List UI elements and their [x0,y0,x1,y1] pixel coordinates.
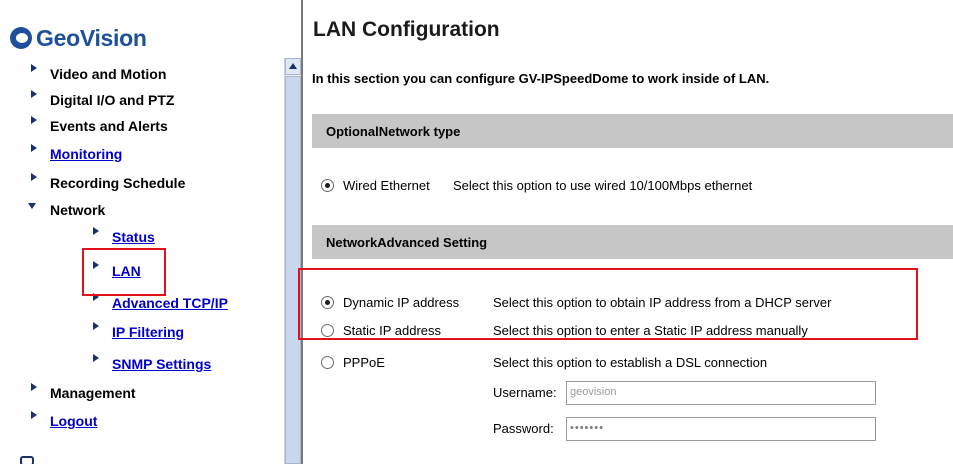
nav-item-label: Events and Alerts [50,118,168,134]
nav-item-label[interactable]: Status [112,229,155,245]
arrow-right-icon [90,322,104,339]
pppoe-desc: Select this option to establish a DSL co… [493,355,768,370]
section-title: NetworkAdvanced Setting [326,234,488,250]
arrow-right-icon [28,64,42,81]
arrow-right-icon [90,293,104,310]
arrow-right-icon [28,116,42,133]
wired-ethernet-radio[interactable] [321,179,334,192]
nav-item-monitoring[interactable]: Monitoring [28,144,122,162]
nav-item-digital-io-and-ptz[interactable]: Digital I/O and PTZ [28,90,175,108]
pppoe-radio[interactable] [321,356,334,369]
arrow-down-icon [28,203,42,217]
nav-item-recording-schedule[interactable]: Recording Schedule [28,173,186,191]
nav-item-label[interactable]: IP Filtering [112,324,184,340]
nav-item-label: Digital I/O and PTZ [50,92,175,108]
nav-item-label: Video and Motion [50,66,167,82]
nav-item-label[interactable]: Advanced TCP/IP [112,295,228,311]
nav-item-label: Network [50,202,106,218]
logo-icon [10,27,32,49]
nav-subitem-ip-filtering[interactable]: IP Filtering [90,322,184,340]
nav-item-label[interactable]: Logout [50,413,97,429]
wired-ethernet-desc: Select this option to use wired 10/100Mb… [453,178,753,193]
section-advanced-setting-header: NetworkAdvanced Setting [312,225,953,259]
nav-item-events-and-alerts[interactable]: Events and Alerts [28,116,168,134]
brand-name: GeoVision [36,24,147,51]
arrow-right-icon [90,354,104,371]
nav-item-network[interactable]: Network [28,202,105,218]
username-label: Username: [493,385,557,400]
nav-item-label: Management [50,385,136,401]
nav-subitem-advanced-tcp-ip[interactable]: Advanced TCP/IP [90,293,228,311]
nav-item-management[interactable]: Management [28,383,136,401]
nav-item-logout[interactable]: Logout [28,411,97,429]
password-field[interactable]: ••••••• [566,417,876,441]
nav-item-label: Recording Schedule [50,175,186,191]
arrow-right-icon [90,227,104,244]
lan-highlight-box [82,248,166,296]
section-title: OptionalNetwork type [326,123,461,139]
password-label: Password: [493,421,554,436]
nav-item-label[interactable]: Monitoring [50,146,122,162]
page-title: LAN Configuration [313,18,500,41]
dynamic-ip-highlight-box [298,268,918,340]
frame-divider [301,0,303,464]
pppoe-label: PPPoE [343,355,385,370]
page-intro: In this section you can configure GV-IPS… [312,71,770,86]
arrow-right-icon [28,144,42,161]
arrow-right-icon [28,173,42,190]
bottom-nav-icon[interactable] [20,456,34,464]
nav-item-video-and-motion[interactable]: Video and Motion [28,64,167,82]
wired-ethernet-label: Wired Ethernet [343,178,430,193]
arrow-right-icon [28,411,42,428]
scroll-up-icon[interactable] [285,58,301,75]
nav-scrollbar[interactable] [284,58,301,464]
nav-item-label[interactable]: SNMP Settings [112,356,211,372]
geovision-logo: GeoVision [10,22,147,54]
navigation-panel: GeoVision Video and Motion Digital I/O a… [0,0,282,464]
arrow-right-icon [28,90,42,107]
section-network-type-header: OptionalNetwork type [312,114,953,148]
nav-subitem-snmp-settings[interactable]: SNMP Settings [90,354,211,372]
username-field[interactable]: geovision [566,381,876,405]
nav-subitem-status[interactable]: Status [90,227,155,245]
arrow-right-icon [28,383,42,400]
